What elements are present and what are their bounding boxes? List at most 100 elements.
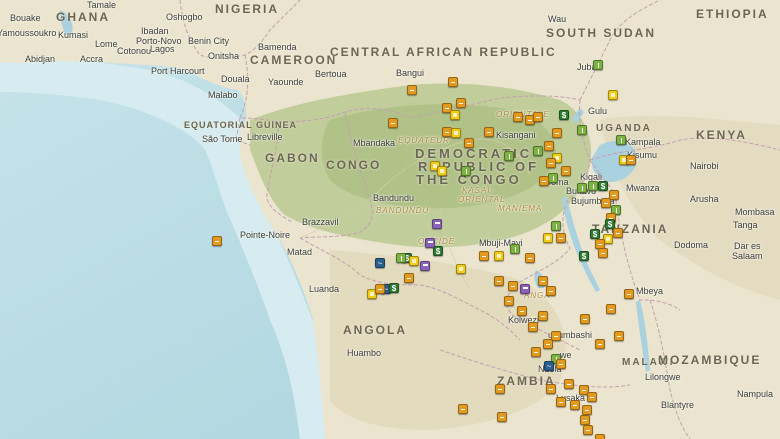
project-marker-school[interactable]: [451, 128, 461, 138]
project-marker-farm[interactable]: [593, 60, 603, 70]
project-marker-gov[interactable]: [425, 238, 435, 248]
project-marker-road[interactable]: [388, 118, 398, 128]
project-marker-finance[interactable]: $: [389, 283, 399, 293]
project-marker-road[interactable]: [479, 251, 489, 261]
project-marker-road[interactable]: [583, 425, 593, 435]
project-marker-gov[interactable]: [432, 219, 442, 229]
city-label-douala: Douala: [221, 74, 250, 84]
project-marker-road[interactable]: [614, 331, 624, 341]
project-marker-road[interactable]: [404, 273, 414, 283]
project-marker-road[interactable]: [595, 339, 605, 349]
project-marker-road[interactable]: [546, 286, 556, 296]
project-marker-road[interactable]: [556, 397, 566, 407]
city-label-lagos: Lagos: [150, 44, 175, 54]
project-marker-school[interactable]: [437, 166, 447, 176]
project-marker-road[interactable]: [484, 127, 494, 137]
project-marker-road[interactable]: [517, 306, 527, 316]
project-marker-gov[interactable]: [520, 284, 530, 294]
project-marker-school[interactable]: [543, 233, 553, 243]
project-marker-road[interactable]: [556, 233, 566, 243]
project-marker-road[interactable]: [504, 296, 514, 306]
city-label-dar-es-salaam-2: Salaam: [732, 251, 763, 261]
map-view[interactable]: NIGERIA GHANA CENTRAL AFRICAN REPUBLIC S…: [0, 0, 780, 439]
country-label-uganda: UGANDA: [596, 123, 652, 134]
project-marker-road[interactable]: [546, 158, 556, 168]
project-marker-road[interactable]: [601, 198, 611, 208]
project-marker-road[interactable]: [556, 359, 566, 369]
project-marker-school[interactable]: [450, 110, 460, 120]
project-marker-road[interactable]: [624, 289, 634, 299]
city-label-yaounde: Yaounde: [268, 77, 304, 87]
project-marker-farm[interactable]: [616, 135, 626, 145]
project-marker-road[interactable]: [582, 405, 592, 415]
project-marker-road[interactable]: [375, 284, 385, 294]
project-marker-road[interactable]: [497, 412, 507, 422]
city-label-bertoua: Bertoua: [315, 69, 347, 79]
city-label-mombasa: Mombasa: [735, 207, 775, 217]
project-marker-road[interactable]: [613, 228, 623, 238]
project-marker-road[interactable]: [533, 112, 543, 122]
city-label-dodoma: Dodoma: [674, 240, 709, 250]
project-marker-road[interactable]: [528, 322, 538, 332]
project-marker-finance[interactable]: $: [433, 246, 443, 256]
country-label-car: CENTRAL AFRICAN REPUBLIC: [330, 45, 557, 59]
project-marker-finance[interactable]: $: [559, 110, 569, 120]
city-label-ibadan: Ibadan: [141, 26, 169, 36]
city-label-luanda: Luanda: [309, 284, 340, 294]
project-marker-water[interactable]: ~: [544, 361, 554, 371]
project-marker-farm[interactable]: [551, 221, 561, 231]
project-marker-finance[interactable]: $: [598, 181, 608, 191]
city-label-abidjan: Abidjan: [25, 54, 56, 64]
city-label-port-harcourt: Port Harcourt: [151, 66, 205, 76]
project-marker-finance[interactable]: $: [590, 229, 600, 239]
project-marker-road[interactable]: [546, 384, 556, 394]
project-marker-road[interactable]: [458, 404, 468, 414]
project-marker-finance[interactable]: $: [579, 251, 589, 261]
project-marker-road[interactable]: [598, 248, 608, 258]
project-marker-road[interactable]: [513, 112, 523, 122]
project-marker-road[interactable]: [212, 236, 222, 246]
project-marker-road[interactable]: [626, 155, 636, 165]
project-marker-road[interactable]: [587, 392, 597, 402]
project-marker-gov[interactable]: [420, 261, 430, 271]
city-label-oshogbo: Oshogbo: [166, 12, 203, 22]
project-marker-farm[interactable]: [577, 183, 587, 193]
project-marker-road[interactable]: [539, 176, 549, 186]
project-marker-road[interactable]: [564, 379, 574, 389]
project-marker-road[interactable]: [570, 400, 580, 410]
project-marker-farm[interactable]: [461, 166, 471, 176]
project-marker-road[interactable]: [543, 339, 553, 349]
project-marker-farm[interactable]: [588, 181, 598, 191]
project-marker-farm[interactable]: [533, 146, 543, 156]
project-marker-road[interactable]: [544, 141, 554, 151]
project-marker-road[interactable]: [561, 166, 571, 176]
city-label-matadi: Matad: [287, 247, 313, 257]
project-marker-farm[interactable]: [577, 125, 587, 135]
project-marker-road[interactable]: [407, 85, 417, 95]
project-marker-road[interactable]: [531, 347, 541, 357]
project-marker-road[interactable]: [552, 128, 562, 138]
project-marker-road[interactable]: [580, 415, 590, 425]
project-marker-road[interactable]: [456, 98, 466, 108]
project-marker-school[interactable]: [456, 264, 466, 274]
project-marker-road[interactable]: [448, 77, 458, 87]
project-marker-farm[interactable]: [510, 244, 520, 254]
project-marker-road[interactable]: [494, 276, 504, 286]
project-marker-farm[interactable]: [548, 173, 558, 183]
project-marker-road[interactable]: [508, 281, 518, 291]
project-marker-road[interactable]: [580, 314, 590, 324]
project-marker-road[interactable]: [538, 276, 548, 286]
project-marker-road[interactable]: [525, 253, 535, 263]
project-marker-farm[interactable]: [396, 253, 406, 263]
project-marker-farm[interactable]: [504, 151, 514, 161]
city-label-kampala: Kampala: [625, 137, 661, 147]
project-marker-road[interactable]: [495, 384, 505, 394]
project-marker-road[interactable]: [606, 304, 616, 314]
project-marker-road[interactable]: [538, 311, 548, 321]
city-label-pointe-noire: Pointe-Noire: [240, 230, 291, 240]
project-marker-water[interactable]: ~: [375, 258, 385, 268]
project-marker-school[interactable]: [409, 256, 419, 266]
project-marker-road[interactable]: [464, 138, 474, 148]
project-marker-school[interactable]: [494, 251, 504, 261]
project-marker-school[interactable]: [608, 90, 618, 100]
